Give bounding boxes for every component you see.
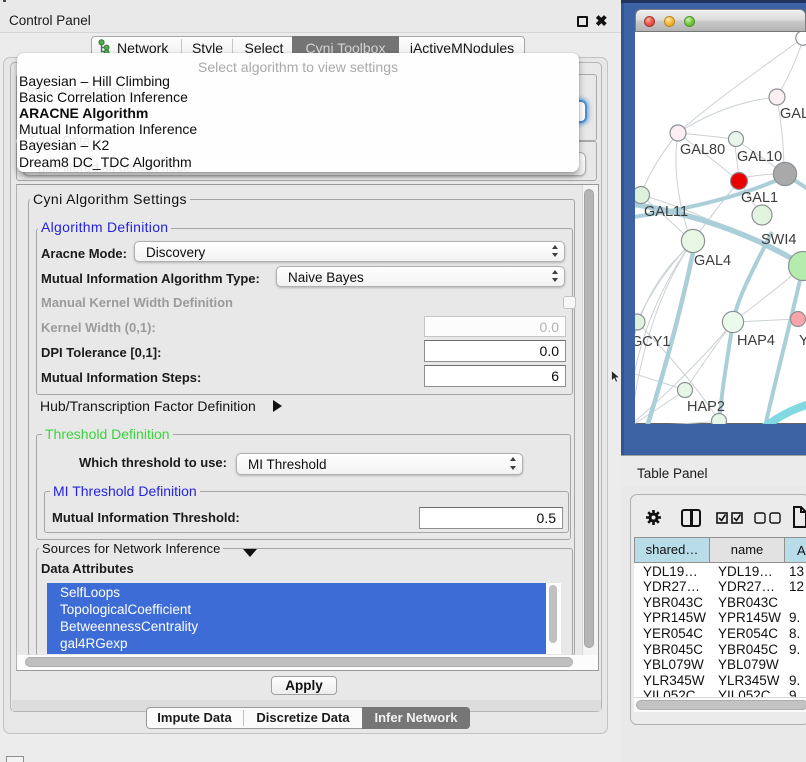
svg-text:HAP2: HAP2 bbox=[687, 399, 725, 415]
svg-text:GAL1: GAL1 bbox=[741, 190, 778, 206]
svg-text:HAP4: HAP4 bbox=[737, 333, 775, 349]
svg-text:SWI4: SWI4 bbox=[761, 232, 796, 248]
svg-text:GAL10: GAL10 bbox=[737, 149, 782, 165]
svg-text:GCY1: GCY1 bbox=[635, 334, 671, 350]
svg-text:YM: YM bbox=[799, 333, 806, 349]
svg-text:GAL7: GAL7 bbox=[780, 106, 806, 122]
svg-text:GAL80: GAL80 bbox=[680, 142, 725, 158]
svg-text:GAL11: GAL11 bbox=[644, 204, 688, 220]
svg-text:GAL4: GAL4 bbox=[694, 253, 731, 269]
